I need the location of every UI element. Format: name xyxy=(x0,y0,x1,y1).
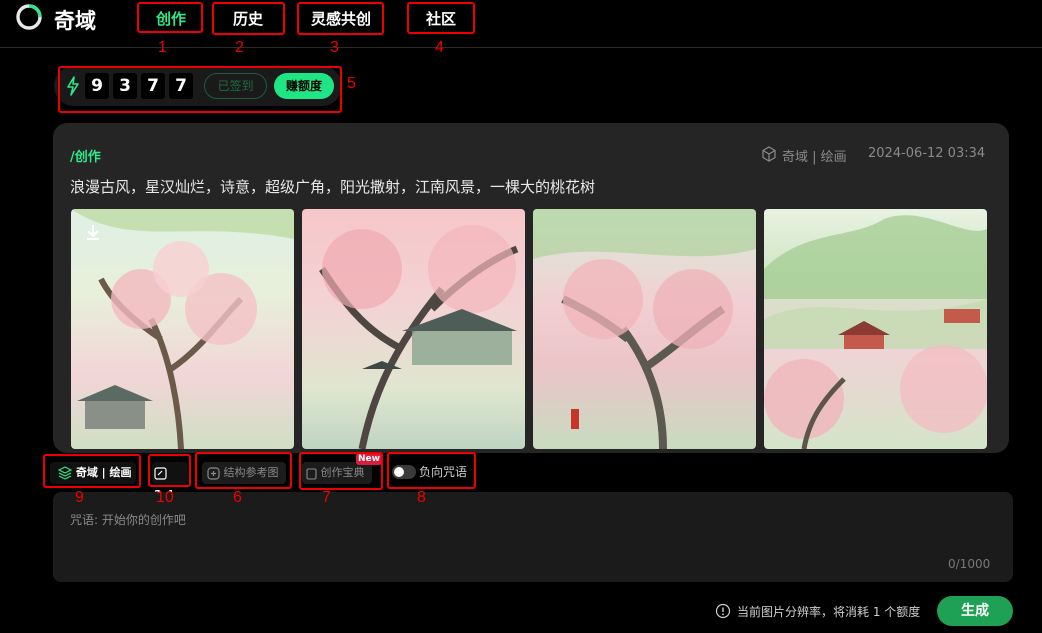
annotation-box xyxy=(387,452,476,489)
annotation-number: 3 xyxy=(330,39,339,56)
annotation-box xyxy=(212,2,285,35)
annotation-number: 8 xyxy=(417,489,426,506)
annotation-box xyxy=(43,454,141,488)
annotation-box xyxy=(407,2,475,34)
annotation-number: 5 xyxy=(347,75,356,92)
generated-image[interactable] xyxy=(764,209,987,449)
annotation-box xyxy=(195,452,292,489)
prompt-placeholder: 咒语: 开始你的创作吧 xyxy=(70,513,186,527)
annotation-box xyxy=(137,2,203,33)
prompt-text: 浪漫古风，星汉灿烂，诗意，超级广角，阳光撒射，江南风景，一棵大的桃花树 xyxy=(70,178,596,196)
annotation-number: 1 xyxy=(158,39,167,56)
brand-name[interactable]: 奇域 xyxy=(54,5,96,35)
download-icon[interactable] xyxy=(83,222,103,242)
generated-image[interactable] xyxy=(533,209,756,449)
annotation-number: 4 xyxy=(435,39,444,56)
logo-icon[interactable] xyxy=(16,4,42,30)
annotation-number: 7 xyxy=(322,489,331,506)
generate-button[interactable]: 生成 xyxy=(937,596,1013,626)
generated-image[interactable] xyxy=(71,209,294,449)
prompt-input[interactable] xyxy=(53,492,1013,582)
annotation-box xyxy=(58,66,342,113)
annotation-number: 9 xyxy=(75,489,84,506)
annotation-box xyxy=(297,2,384,35)
generated-image[interactable] xyxy=(302,209,525,449)
annotation-number: 10 xyxy=(156,489,174,506)
cost-info-text: 当前图片分辨率，将消耗 1 个额度 xyxy=(737,605,921,619)
char-counter: 0/1000 xyxy=(948,557,991,571)
annotation-number: 6 xyxy=(233,489,242,506)
info-icon xyxy=(715,603,731,619)
annotation-box xyxy=(299,452,383,490)
cube-icon xyxy=(762,146,776,162)
card-model-label: 奇域 | 绘画 xyxy=(782,150,847,165)
card-timestamp: 2024-06-12 03:34 xyxy=(868,146,986,161)
annotation-number: 2 xyxy=(235,39,244,56)
breadcrumb: /创作 xyxy=(70,150,101,165)
annotation-box xyxy=(148,454,191,487)
